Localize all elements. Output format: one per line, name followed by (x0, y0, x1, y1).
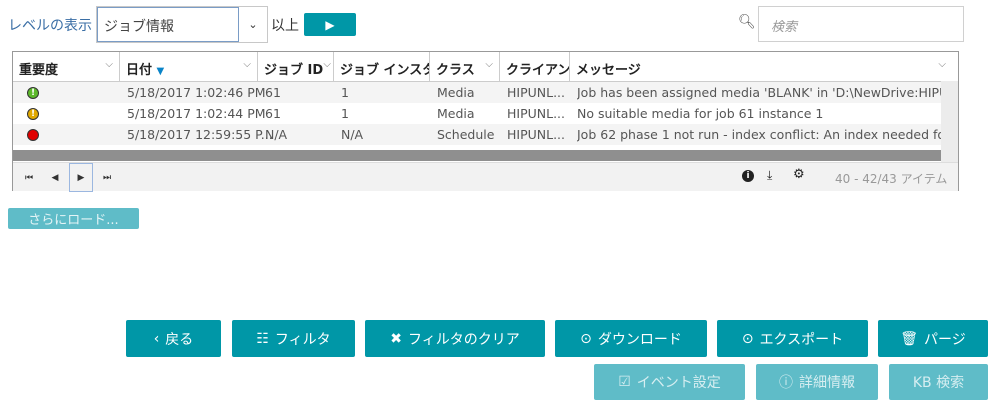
purge-button[interactable]: 🗑︎ パージ (878, 320, 988, 357)
class-cell: Media (437, 106, 475, 121)
level-select[interactable]: ジョブ情報 ⌄ (96, 6, 268, 43)
table-row[interactable]: 5/18/2017 12:59:55 P... N/A N/A Schedule… (13, 124, 941, 145)
instance-cell: 1 (341, 85, 349, 100)
close-icon: ✖ (390, 330, 402, 347)
export-button[interactable]: ⊙ エクスポート (717, 320, 868, 357)
column-header-date[interactable]: 日付 ▼ ⌵ (120, 52, 258, 81)
job-id-cell: 61 (265, 106, 281, 121)
header-label: メッセージ (576, 63, 641, 78)
chevron-down-icon[interactable]: ⌵ (243, 59, 251, 70)
back-button[interactable]: ‹ 戻る (126, 320, 221, 357)
pager-status: 40 - 42/43 アイテム (835, 172, 948, 186)
chevron-down-icon: ⌄ (248, 18, 258, 31)
download-circle-icon: ⊙ (580, 330, 592, 347)
column-header-client[interactable]: クライアン (500, 52, 570, 81)
filter-button[interactable]: ☷ フィルタ (232, 320, 355, 357)
date-cell: 5/18/2017 12:59:55 P... (127, 127, 273, 142)
search-input[interactable]: 検索 (758, 6, 964, 42)
job-id-cell: 61 (265, 85, 281, 100)
clear-filter-button[interactable]: ✖ フィルタのクリア (365, 320, 545, 357)
kb-search-button[interactable]: KB 検索 (889, 364, 988, 400)
header-label: クラス (436, 63, 475, 78)
gear-icon[interactable]: ⚙ (793, 167, 805, 182)
client-cell: HIPUNL... (507, 85, 566, 100)
button-label: フィルタのクリア (408, 331, 520, 348)
event-grid: 重要度 ⌵ 日付 ▼ ⌵ ジョブ ID ⌵ ジョブ インスタ クラス ⌵ クライアン メ… (12, 51, 959, 192)
download-button[interactable]: ⊙ ダウンロード (555, 320, 707, 357)
next-page-button[interactable]: ▶ (69, 163, 93, 192)
chevron-down-icon[interactable]: ⌵ (323, 59, 331, 70)
chevron-down-icon[interactable]: ⌵ (485, 59, 493, 70)
button-label: 詳細情報 (799, 375, 855, 391)
info-icon: ⓘ (779, 375, 793, 391)
client-cell: HIPUNL... (507, 127, 566, 142)
download-icon[interactable]: ⤓ (767, 168, 772, 183)
client-cell: HIPUNL... (507, 106, 566, 121)
warning-icon: ! (27, 108, 39, 120)
list-icon: ☷ (256, 330, 269, 347)
apply-level-button[interactable]: ▶ (304, 13, 356, 36)
class-cell: Media (437, 85, 475, 100)
message-cell: No suitable media for job 61 instance 1 (577, 106, 824, 121)
column-header-class[interactable]: クラス ⌵ (430, 52, 500, 81)
chevron-down-icon[interactable]: ⌵ (938, 59, 946, 70)
button-label: イベント設定 (636, 375, 721, 391)
chevron-down-icon[interactable]: ⌵ (105, 59, 113, 70)
header-label: 日付 (126, 63, 153, 78)
job-id-cell: N/A (265, 127, 288, 142)
message-cell: Job has been assigned media 'BLANK' in '… (577, 85, 941, 100)
button-label: エクスポート (759, 331, 844, 348)
date-cell: 5/18/2017 1:02:46 PM (127, 85, 266, 100)
event-settings-button[interactable]: ☑ イベント設定 (594, 364, 745, 400)
message-cell: Job 62 phase 1 not run - index conflict:… (577, 127, 941, 142)
header-label: 重要度 (19, 63, 59, 78)
load-more-button[interactable]: さらにロード... (8, 208, 139, 229)
trash-icon: 🗑︎ (900, 330, 919, 347)
grid-footer: ⏮ ◀ ▶ ⏭ i ⤓ ⚙ 40 - 42/43 アイテム (13, 162, 958, 192)
play-icon: ▶ (325, 17, 335, 32)
level-select-value: ジョブ情報 (97, 7, 239, 42)
column-header-instance[interactable]: ジョブ インスタ (334, 52, 430, 81)
instance-cell: 1 (341, 106, 349, 121)
last-page-button[interactable]: ⏭ (95, 163, 119, 192)
column-header-severity[interactable]: 重要度 ⌵ (13, 52, 120, 81)
vertical-scrollbar[interactable] (941, 81, 958, 162)
chevron-left-icon: ‹ (153, 330, 160, 347)
header-label: クライアン (506, 63, 570, 78)
button-label: フィルタ (274, 331, 331, 348)
button-label: ダウンロード (597, 331, 682, 348)
prev-page-button[interactable]: ◀ (43, 163, 67, 192)
table-row[interactable]: ! 5/18/2017 1:02:46 PM 61 1 Media HIPUNL… (13, 82, 941, 103)
column-header-message[interactable]: メッセージ ⌵ (570, 52, 958, 81)
level-suffix: 以上 (271, 18, 299, 34)
export-circle-icon: ⊙ (741, 330, 754, 347)
edit-icon: ☑ (618, 374, 631, 390)
button-label: パージ (924, 331, 966, 348)
info-icon: ! (27, 87, 39, 99)
error-icon (27, 129, 39, 141)
horizontal-scrollbar[interactable] (13, 150, 941, 161)
table-row[interactable]: ! 5/18/2017 1:02:44 PM 61 1 Media HIPUNL… (13, 103, 941, 124)
class-cell: Schedule (437, 127, 495, 142)
button-label: 戻る (165, 331, 194, 348)
level-label: レベルの表示 (8, 18, 92, 34)
date-cell: 5/18/2017 1:02:44 PM (127, 106, 266, 121)
first-page-button[interactable]: ⏮ (17, 163, 41, 192)
header-label: ジョブ ID (264, 63, 324, 78)
header-label: ジョブ インスタ (340, 63, 430, 78)
info-icon[interactable]: i (742, 170, 754, 182)
sort-desc-icon: ▼ (156, 66, 165, 77)
details-button[interactable]: ⓘ 詳細情報 (756, 364, 878, 400)
instance-cell: N/A (341, 127, 364, 142)
search-icon: 🔍︎ (738, 14, 756, 30)
column-header-job-id[interactable]: ジョブ ID ⌵ (258, 52, 334, 81)
